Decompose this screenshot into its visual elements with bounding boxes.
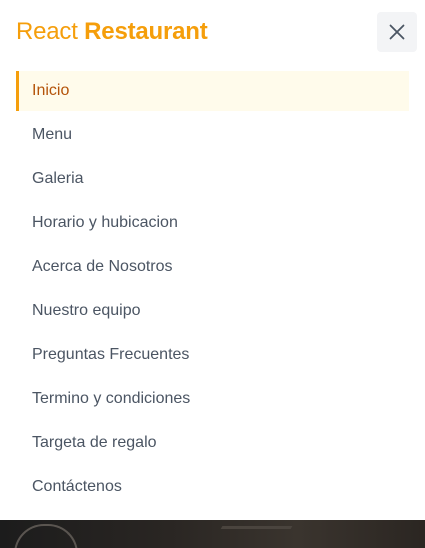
nav-item-label: Targeta de regalo — [32, 434, 157, 451]
nav-item-label: Horario y hubicacion — [32, 214, 178, 231]
close-icon — [389, 24, 405, 40]
backdrop-decoration — [14, 524, 78, 548]
brand-bold-text: Restaurant — [84, 18, 208, 45]
nav-item-equipo[interactable]: Nuestro equipo — [16, 291, 409, 331]
backdrop-decoration — [197, 526, 293, 548]
nav-item-horario[interactable]: Horario y hubicacion — [16, 203, 409, 243]
nav-item-galeria[interactable]: Galeria — [16, 159, 409, 199]
mobile-nav-drawer: React Restaurant Inicio Menu Galeria Hor… — [0, 0, 425, 520]
brand-light-text: React — [16, 18, 78, 45]
nav-item-label: Preguntas Frecuentes — [32, 346, 190, 363]
nav-item-contacto[interactable]: Contáctenos — [16, 467, 409, 507]
nav-item-label: Nuestro equipo — [32, 302, 141, 319]
nav-item-label: Galeria — [32, 170, 84, 187]
nav-item-regalo[interactable]: Targeta de regalo — [16, 423, 409, 463]
nav-item-label: Inicio — [32, 82, 70, 99]
nav-item-label: Termino y condiciones — [32, 390, 191, 407]
nav-item-acerca[interactable]: Acerca de Nosotros — [16, 247, 409, 287]
nav-item-terminos[interactable]: Termino y condiciones — [16, 379, 409, 419]
brand-logo[interactable]: React Restaurant — [16, 17, 208, 47]
nav-menu: Inicio Menu Galeria Horario y hubicacion… — [16, 71, 409, 511]
close-menu-button[interactable] — [377, 12, 417, 52]
nav-item-label: Acerca de Nosotros — [32, 258, 173, 275]
page-backdrop-image — [0, 520, 425, 548]
nav-item-faq[interactable]: Preguntas Frecuentes — [16, 335, 409, 375]
nav-item-menu[interactable]: Menu — [16, 115, 409, 155]
nav-item-label: Contáctenos — [32, 478, 122, 495]
nav-item-label: Menu — [32, 126, 73, 143]
nav-item-inicio[interactable]: Inicio — [16, 71, 409, 111]
